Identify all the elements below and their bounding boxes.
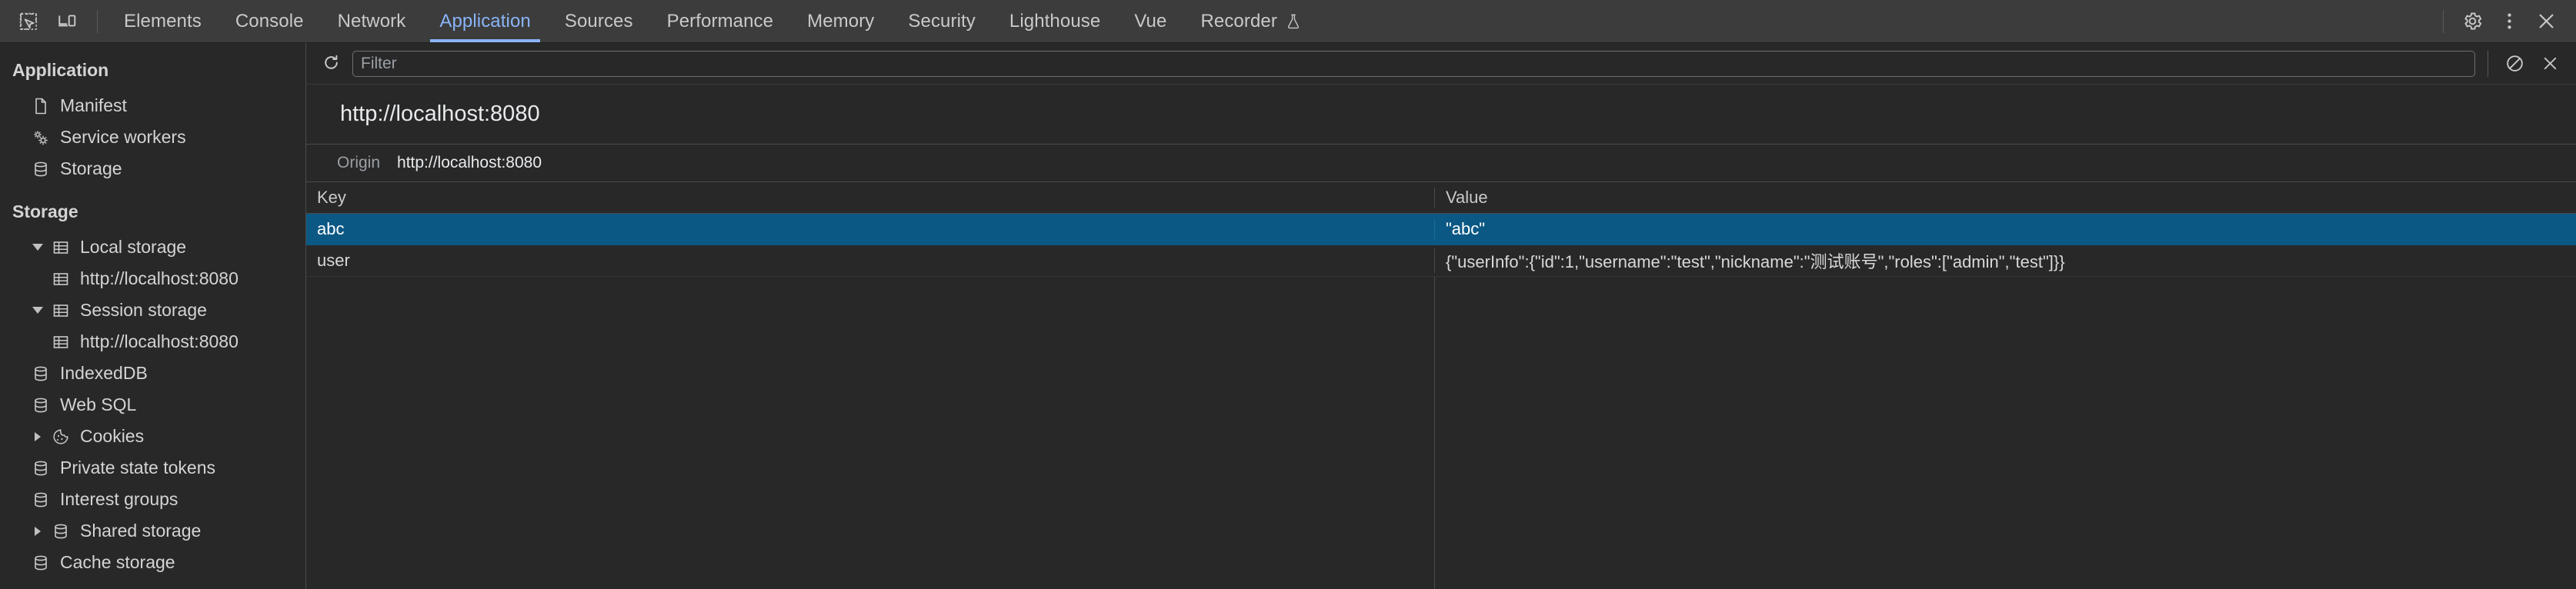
chevron-down-icon[interactable]: [28, 307, 48, 314]
origin-value: http://localhost:8080: [397, 154, 542, 171]
sidebar-item-label: Session storage: [80, 300, 207, 320]
sidebar-item-session-storage[interactable]: Session storage: [0, 294, 305, 326]
refresh-icon[interactable]: [317, 50, 345, 78]
devtools-body: Application Manifest Service workers Sto…: [0, 43, 2576, 589]
page-title: http://localhost:8080: [306, 85, 2576, 145]
table-icon: [48, 301, 74, 320]
document-icon: [28, 97, 54, 115]
chevron-right-icon[interactable]: [28, 526, 48, 536]
sidebar-item-interest-groups[interactable]: Interest groups: [0, 484, 305, 515]
table-row[interactable]: user {"userInfo":{"id":1,"username":"tes…: [306, 245, 2576, 277]
tab-network[interactable]: Network: [321, 0, 423, 42]
flask-icon: [1285, 13, 1302, 30]
inspect-element-icon[interactable]: [11, 4, 46, 39]
sidebar-item-label: IndexedDB: [60, 363, 148, 383]
tabbar-right-controls: [2434, 0, 2576, 42]
clear-all-icon[interactable]: [2501, 50, 2528, 78]
database-icon: [48, 522, 74, 541]
table-header-row: Key Value: [306, 182, 2576, 214]
storage-table: Key Value abc "abc" user {"userInfo":{"i…: [306, 182, 2576, 589]
column-header-key[interactable]: Key: [306, 188, 1434, 208]
sidebar-item-local-storage[interactable]: Local storage: [0, 231, 305, 263]
cell-key[interactable]: user: [306, 251, 1434, 271]
sidebar-item-label: Cache storage: [60, 552, 175, 572]
sidebar-item-service-workers[interactable]: Service workers: [0, 121, 305, 153]
storage-main-panel: http://localhost:8080 Origin http://loca…: [306, 43, 2576, 589]
sidebar-item-label: Service workers: [60, 127, 186, 147]
chevron-down-icon[interactable]: [28, 244, 48, 251]
tab-recorder[interactable]: Recorder: [1183, 0, 1319, 42]
devtools-tabbar: Elements Console Network Application Sou…: [0, 0, 2576, 43]
tabbar-left-controls: [0, 0, 107, 42]
cell-value[interactable]: "abc": [1434, 219, 2576, 239]
application-sidebar: Application Manifest Service workers Sto…: [0, 43, 306, 589]
gears-icon: [28, 128, 54, 147]
delete-selected-icon[interactable]: [2536, 50, 2564, 78]
tab-vue[interactable]: Vue: [1117, 0, 1183, 42]
right-divider: [2443, 9, 2444, 33]
sidebar-section-storage: Storage: [12, 201, 78, 221]
filter-input[interactable]: [352, 50, 2475, 77]
sidebar-item-label: Web SQL: [60, 394, 137, 414]
panel-tabs: Elements Console Network Application Sou…: [107, 0, 1319, 42]
close-icon[interactable]: [2528, 4, 2564, 39]
sidebar-item-label: Storage: [60, 158, 122, 178]
origin-label: Origin: [337, 154, 381, 171]
chevron-right-icon[interactable]: [28, 431, 48, 441]
storage-toolbar: [306, 43, 2576, 85]
sidebar-item-indexeddb[interactable]: IndexedDB: [0, 358, 305, 389]
table-empty-value-col: [1434, 277, 2576, 589]
sidebar-item-session-storage-origin[interactable]: http://localhost:8080: [0, 326, 305, 358]
sidebar-item-cookies[interactable]: Cookies: [0, 421, 305, 452]
sidebar-item-private-state-tokens[interactable]: Private state tokens: [0, 452, 305, 484]
database-icon: [28, 459, 54, 478]
tab-application[interactable]: Application: [422, 0, 548, 42]
database-icon: [28, 364, 54, 383]
sidebar-item-label: Cookies: [80, 426, 145, 446]
sidebar-item-local-storage-origin[interactable]: http://localhost:8080: [0, 263, 305, 294]
sidebar-item-label: Local storage: [80, 237, 187, 257]
column-header-value[interactable]: Value: [1434, 188, 2576, 208]
database-icon: [28, 491, 54, 509]
table-empty-area: [306, 277, 2576, 589]
tab-security[interactable]: Security: [891, 0, 993, 42]
cookie-icon: [48, 428, 74, 446]
database-icon: [28, 160, 54, 178]
sidebar-item-shared-storage[interactable]: Shared storage: [0, 515, 305, 547]
kebab-menu-icon[interactable]: [2491, 4, 2527, 39]
tab-elements[interactable]: Elements: [107, 0, 219, 42]
cell-value[interactable]: {"userInfo":{"id":1,"username":"test","n…: [1434, 248, 2576, 273]
table-icon: [48, 270, 74, 288]
database-icon: [28, 396, 54, 414]
tab-sources[interactable]: Sources: [548, 0, 650, 42]
device-toolbar-icon[interactable]: [49, 4, 85, 39]
sidebar-item-storage[interactable]: Storage: [0, 153, 305, 185]
table-row[interactable]: abc "abc": [306, 214, 2576, 245]
devtools-window: Elements Console Network Application Sou…: [0, 0, 2576, 589]
toolbar-divider: [97, 9, 98, 33]
database-icon: [28, 554, 54, 572]
sidebar-item-web-sql[interactable]: Web SQL: [0, 389, 305, 421]
sidebar-item-label: Interest groups: [60, 489, 179, 509]
sidebar-item-cache-storage[interactable]: Cache storage: [0, 547, 305, 578]
tab-performance[interactable]: Performance: [650, 0, 791, 42]
sidebar-item-label: Private state tokens: [60, 458, 215, 478]
sidebar-item-manifest[interactable]: Manifest: [0, 90, 305, 121]
table-icon: [48, 238, 74, 257]
table-empty-key-col: [306, 277, 1434, 589]
sidebar-item-label: http://localhost:8080: [80, 268, 239, 288]
sidebar-item-label: Shared storage: [80, 521, 202, 541]
tab-console[interactable]: Console: [219, 0, 321, 42]
tab-memory[interactable]: Memory: [790, 0, 891, 42]
cell-key[interactable]: abc: [306, 219, 1434, 239]
origin-row: Origin http://localhost:8080: [306, 145, 2576, 182]
sidebar-item-label: Manifest: [60, 95, 127, 115]
tab-lighthouse[interactable]: Lighthouse: [993, 0, 1117, 42]
gear-icon[interactable]: [2454, 4, 2490, 39]
sidebar-scrollbar[interactable]: [300, 43, 305, 589]
sidebar-section-application: Application: [12, 60, 109, 80]
sidebar-item-label: http://localhost:8080: [80, 331, 239, 351]
table-icon: [48, 333, 74, 351]
